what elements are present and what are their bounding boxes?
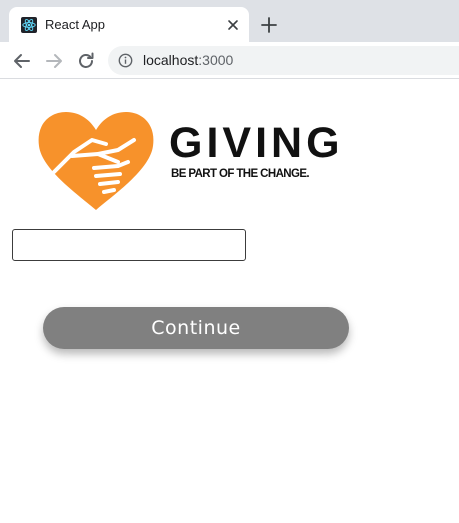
tab-title: React App (45, 17, 105, 32)
text-input[interactable] (12, 229, 246, 261)
back-arrow-icon[interactable] (11, 50, 33, 72)
handshake-heart-icon (38, 112, 154, 210)
url-host: localhost (143, 52, 199, 68)
url-port: :3000 (198, 52, 234, 68)
plus-icon[interactable] (258, 14, 280, 36)
browser-tabstrip: React App (0, 0, 459, 42)
close-icon[interactable] (225, 17, 241, 33)
info-icon[interactable] (118, 53, 133, 68)
logo-wordmark: GIVING (169, 119, 344, 167)
url-text: localhost:3000 (143, 52, 233, 69)
react-icon (21, 17, 37, 33)
reload-icon[interactable] (75, 50, 97, 72)
giving-logo: GIVING BE PART OF THE CHANGE. (36, 110, 346, 212)
logo-tagline: BE PART OF THE CHANGE. (171, 168, 310, 180)
address-bar[interactable]: localhost:3000 (108, 46, 459, 75)
forward-arrow-icon[interactable] (43, 50, 65, 72)
continue-button[interactable]: Continue (43, 307, 349, 349)
browser-tab[interactable]: React App (9, 7, 249, 42)
browser-toolbar: localhost:3000 (0, 42, 459, 79)
